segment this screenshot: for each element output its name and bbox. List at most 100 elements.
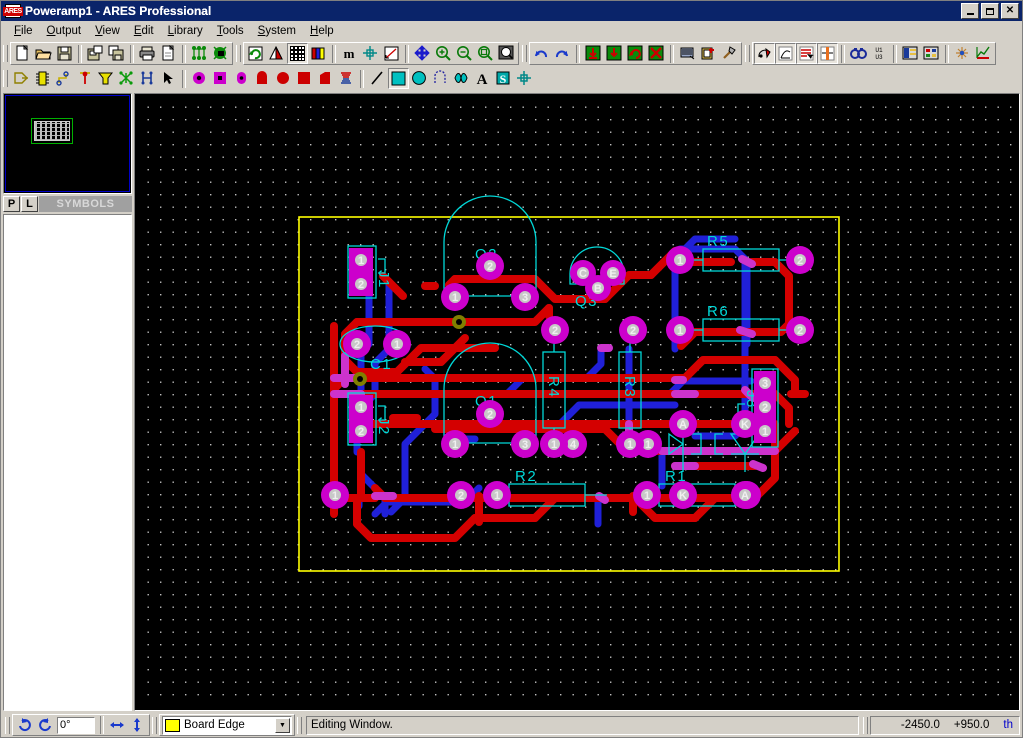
autoroute-icon[interactable] bbox=[754, 43, 775, 64]
round-through-pad-icon[interactable] bbox=[189, 68, 210, 89]
statusbar-grip[interactable] bbox=[5, 716, 10, 734]
statusbar-grip[interactable] bbox=[152, 716, 157, 734]
object-selector-list[interactable] bbox=[3, 214, 132, 711]
polygon-smt-pad-icon[interactable] bbox=[315, 68, 336, 89]
menu-file[interactable]: File bbox=[7, 23, 40, 39]
tab-packages[interactable]: P bbox=[3, 196, 20, 212]
report-icon[interactable] bbox=[973, 43, 994, 64]
copy-block-icon[interactable] bbox=[677, 43, 698, 64]
dil-pad-icon[interactable] bbox=[231, 68, 252, 89]
menu-view[interactable]: View bbox=[88, 23, 127, 39]
ratsnest-icon[interactable] bbox=[775, 43, 796, 64]
pan-icon[interactable] bbox=[412, 43, 433, 64]
statusbar-grip[interactable] bbox=[297, 716, 302, 734]
delete-icon[interactable] bbox=[646, 43, 667, 64]
print-icon[interactable] bbox=[137, 43, 158, 64]
menu-system[interactable]: System bbox=[251, 23, 303, 39]
preview-pane[interactable] bbox=[3, 93, 132, 194]
package-mode-icon[interactable] bbox=[32, 68, 53, 89]
zone-mode-icon[interactable] bbox=[95, 68, 116, 89]
maximize-button[interactable] bbox=[981, 3, 999, 19]
pad-stack-icon[interactable] bbox=[336, 68, 357, 89]
square-through-pad-icon[interactable] bbox=[210, 68, 231, 89]
path-icon[interactable] bbox=[451, 68, 472, 89]
netlist-autoplace-icon[interactable] bbox=[210, 43, 231, 64]
connectivity-icon[interactable] bbox=[921, 43, 942, 64]
toolbar-grip[interactable] bbox=[745, 45, 750, 62]
toolbar-grip[interactable] bbox=[236, 45, 241, 62]
undo-icon[interactable] bbox=[531, 43, 552, 64]
menu-tools[interactable]: Tools bbox=[210, 23, 251, 39]
zoom-in-icon[interactable] bbox=[433, 43, 454, 64]
zoom-area-icon[interactable] bbox=[475, 43, 496, 64]
edge-smt-pad-icon[interactable] bbox=[252, 68, 273, 89]
menu-edit[interactable]: Edit bbox=[127, 23, 161, 39]
track-select-icon[interactable] bbox=[796, 43, 817, 64]
layer-selector[interactable]: Board Edge ▼ bbox=[162, 715, 292, 735]
annotate-icon[interactable]: U1 U3 bbox=[869, 43, 890, 64]
power-plane-icon[interactable] bbox=[817, 43, 838, 64]
symbol-icon[interactable]: S bbox=[493, 68, 514, 89]
pcb-layout[interactable]: Q2 Q1 Q3 C1 R5 R6 R1 R2 J1 J2 J3 R4 R3 bbox=[135, 94, 1020, 700]
zoom-out-icon[interactable] bbox=[454, 43, 475, 64]
arc-icon[interactable] bbox=[430, 68, 451, 89]
netlist-import-icon[interactable] bbox=[189, 43, 210, 64]
find-icon[interactable] bbox=[848, 43, 869, 64]
measure-icon[interactable] bbox=[381, 43, 402, 64]
toolbar-separator bbox=[670, 44, 674, 63]
import-region-icon[interactable] bbox=[85, 43, 106, 64]
build-icon[interactable] bbox=[719, 43, 740, 64]
layers-icon[interactable] bbox=[266, 43, 287, 64]
tab-layers[interactable]: L bbox=[21, 196, 38, 212]
toolbar-grip[interactable] bbox=[3, 70, 8, 87]
rotation-angle-field[interactable]: 0° bbox=[57, 716, 95, 734]
line-icon[interactable] bbox=[367, 68, 388, 89]
text-icon[interactable]: A bbox=[472, 68, 493, 89]
svg-text:1: 1 bbox=[332, 490, 338, 502]
mirror-vertical-icon[interactable] bbox=[127, 715, 147, 735]
redo-icon[interactable] bbox=[552, 43, 573, 64]
redraw-icon[interactable] bbox=[245, 43, 266, 64]
save-design-icon[interactable] bbox=[54, 43, 75, 64]
origin-icon[interactable] bbox=[360, 43, 381, 64]
component-mode-icon[interactable] bbox=[11, 68, 32, 89]
rotate-counterclockwise-icon[interactable] bbox=[35, 715, 55, 735]
export-region-icon[interactable] bbox=[106, 43, 127, 64]
chevron-down-icon[interactable]: ▼ bbox=[275, 717, 290, 733]
menu-library[interactable]: Library bbox=[161, 23, 210, 39]
statusbar-grip[interactable] bbox=[863, 716, 868, 734]
circle-icon[interactable] bbox=[409, 68, 430, 89]
svg-text:C: C bbox=[579, 268, 587, 280]
rotate-clockwise-icon[interactable] bbox=[15, 715, 35, 735]
track-mode-icon[interactable] bbox=[53, 68, 74, 89]
menu-output[interactable]: Output bbox=[40, 23, 89, 39]
square-smt-pad-icon[interactable] bbox=[294, 68, 315, 89]
3d-view-icon[interactable] bbox=[952, 43, 973, 64]
toolbar-grip[interactable] bbox=[3, 45, 8, 62]
toolbar-grip[interactable] bbox=[522, 45, 527, 62]
menu-help[interactable]: Help bbox=[303, 23, 341, 39]
paste-icon[interactable] bbox=[625, 43, 646, 64]
open-design-icon[interactable] bbox=[33, 43, 54, 64]
grid-toggle-icon[interactable] bbox=[287, 43, 308, 64]
zoom-all-icon[interactable] bbox=[496, 43, 517, 64]
ratsnest-mode-icon[interactable] bbox=[116, 68, 137, 89]
close-button[interactable]: ✕ bbox=[1001, 3, 1019, 19]
print-region-icon[interactable] bbox=[158, 43, 179, 64]
box-icon[interactable] bbox=[388, 68, 409, 89]
minimize-button[interactable] bbox=[961, 3, 979, 19]
circle-smt-pad-icon[interactable] bbox=[273, 68, 294, 89]
metric-icon[interactable]: m bbox=[339, 43, 360, 64]
layer-colors-icon[interactable] bbox=[308, 43, 329, 64]
connectivity-mode-icon[interactable] bbox=[137, 68, 158, 89]
cut-icon[interactable] bbox=[583, 43, 604, 64]
via-mode-icon[interactable] bbox=[74, 68, 95, 89]
editing-window[interactable]: Q2 Q1 Q3 C1 R5 R6 R1 R2 J1 J2 J3 R4 R3 bbox=[134, 93, 1020, 711]
copy-icon[interactable] bbox=[604, 43, 625, 64]
new-design-icon[interactable] bbox=[12, 43, 33, 64]
design-rule-icon[interactable] bbox=[900, 43, 921, 64]
selection-mode-icon[interactable] bbox=[158, 68, 179, 89]
move-block-icon[interactable] bbox=[698, 43, 719, 64]
marker-icon[interactable] bbox=[514, 68, 535, 89]
mirror-horizontal-icon[interactable] bbox=[107, 715, 127, 735]
